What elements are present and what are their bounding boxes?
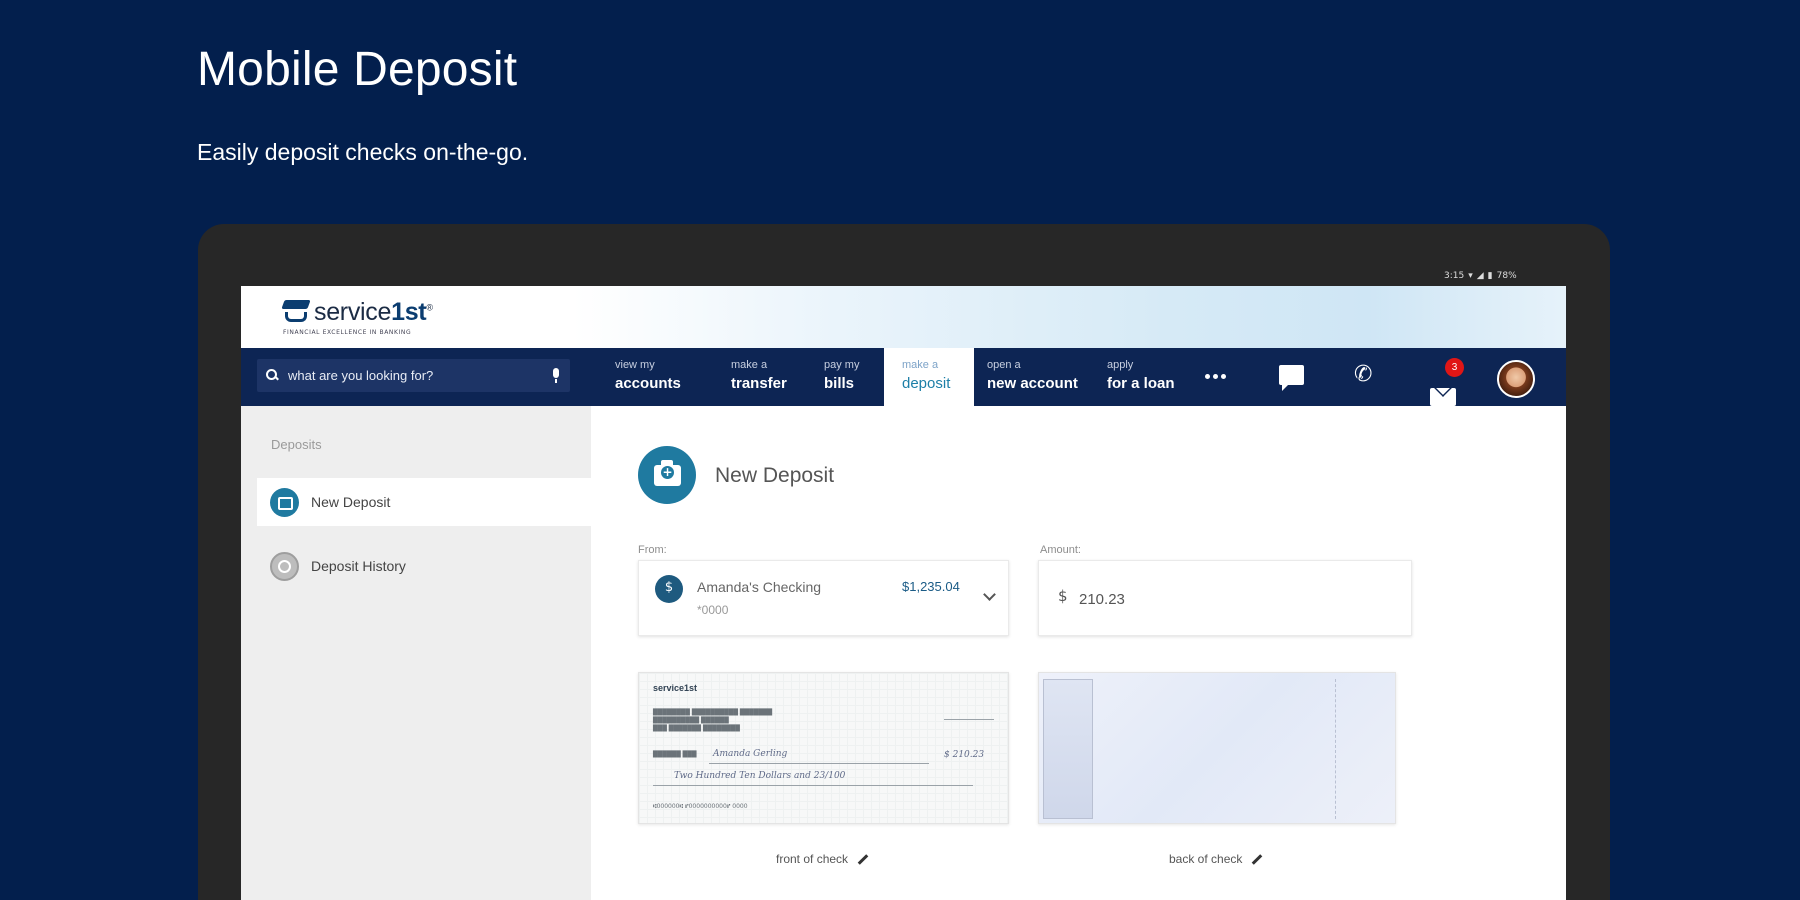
nav-item-label: transfer xyxy=(731,375,787,392)
signal-icon: ◢ xyxy=(1476,271,1484,281)
from-account-select[interactable]: Amanda's Checking *0000 $1,235.04 xyxy=(638,560,1009,636)
caption-label: front of check xyxy=(776,852,849,866)
nav-item-accounts[interactable]: view my accounts xyxy=(615,348,715,406)
nav-item-label: bills xyxy=(824,375,855,392)
nav-item-bills[interactable]: pay my bills xyxy=(824,348,884,406)
page-headline: Mobile Deposit xyxy=(197,43,518,96)
brand-tagline: FINANCIAL EXCELLENCE IN BANKING xyxy=(283,329,412,336)
check-line xyxy=(709,763,929,764)
nav-item-small-label: make a xyxy=(902,359,939,371)
front-of-check-image[interactable]: service1st ████████ ██████████ ███████ █… xyxy=(638,672,1009,824)
back-of-check-image[interactable] xyxy=(1038,672,1396,824)
chevron-down-icon[interactable] xyxy=(983,588,996,601)
nav-item-label: accounts xyxy=(615,375,681,392)
logo-text-prefix: service xyxy=(314,298,392,326)
sidebar-item-label: Deposit History xyxy=(311,558,406,574)
microphone-icon[interactable] xyxy=(552,368,560,383)
deposit-icon xyxy=(270,487,299,517)
brand-bar: service1st® FINANCIAL EXCELLENCE IN BANK… xyxy=(241,286,1566,348)
account-balance: $1,235.04 xyxy=(902,579,960,594)
brand-logo[interactable]: service1st® xyxy=(281,298,433,327)
chat-icon[interactable] xyxy=(1279,365,1304,391)
status-time: 3:15 xyxy=(1444,271,1465,281)
sidebar-heading: Deposits xyxy=(271,437,322,452)
nav-item-small-label: open a xyxy=(987,359,1021,371)
mail-icon[interactable] xyxy=(1430,388,1456,406)
check-routing-number: ⑆000000⑆ ⑈0000000000⑈ 0000 xyxy=(653,803,748,810)
check-back-endorsement-area xyxy=(1043,679,1093,819)
check-text: ██████████ ██████ xyxy=(653,717,729,724)
nav-item-transfer[interactable]: make a transfer xyxy=(731,348,811,406)
account-number: *0000 xyxy=(697,603,729,617)
sidebar-item-new-deposit[interactable]: New Deposit xyxy=(257,478,591,526)
battery-level: 78% xyxy=(1496,271,1517,281)
check-written-amount: Two Hundred Ten Dollars and 23/100 xyxy=(674,771,846,781)
search-input[interactable]: what are you looking for? xyxy=(257,359,570,392)
page-subhead: Easily deposit checks on-the-go. xyxy=(197,139,529,165)
more-dots-icon[interactable] xyxy=(1205,374,1226,379)
nav-item-small-label: pay my xyxy=(824,359,860,371)
logo-mark-icon xyxy=(281,300,311,324)
user-avatar[interactable] xyxy=(1497,360,1535,398)
battery-icon: ▮ xyxy=(1487,271,1493,281)
account-dollar-icon xyxy=(655,575,683,603)
check-line xyxy=(653,785,973,786)
edit-pencil-icon[interactable] xyxy=(1252,853,1263,865)
sidebar-item-deposit-history[interactable]: Deposit History xyxy=(257,542,591,590)
amount-currency: $ xyxy=(1058,587,1068,605)
amount-value: 210.23 xyxy=(1079,591,1125,608)
history-icon xyxy=(270,551,299,581)
phone-icon[interactable]: ✆ xyxy=(1354,364,1372,386)
check-numeric-amount: $ 210.23 xyxy=(944,750,985,760)
nav-item-label: deposit xyxy=(902,375,951,392)
check-text: ████████ ██████████ ███████ xyxy=(653,709,773,716)
from-label: From: xyxy=(638,544,667,556)
check-text: ███ ███████ ████████ xyxy=(653,725,740,732)
search-placeholder: what are you looking for? xyxy=(288,368,434,383)
edit-pencil-icon[interactable] xyxy=(857,853,869,865)
nav-item-small-label: make a xyxy=(731,359,768,371)
top-navigation: what are you looking for? view my accoun… xyxy=(241,348,1566,406)
front-of-check-caption[interactable]: front of check xyxy=(776,852,869,866)
camera-plus-icon xyxy=(638,446,696,504)
check-text: ██████ ███ xyxy=(653,751,697,758)
nav-item-small-label: apply xyxy=(1107,359,1134,371)
main-content: New Deposit From: Amanda's Checking *000… xyxy=(591,406,1566,900)
check-line xyxy=(944,719,994,720)
wifi-icon: ▾ xyxy=(1468,271,1473,281)
app-screen: service1st® FINANCIAL EXCELLENCE IN BANK… xyxy=(241,286,1566,900)
amount-field[interactable]: $ 210.23 xyxy=(1038,560,1412,636)
nav-item-new-account[interactable]: open a new account xyxy=(987,348,1087,406)
account-name: Amanda's Checking xyxy=(697,579,822,595)
check-payee: Amanda Gerling xyxy=(713,749,788,759)
logo-text-accent: 1st xyxy=(391,298,427,326)
check-logo: service1st xyxy=(653,683,698,693)
caption-label: back of check xyxy=(1169,852,1243,866)
nav-item-deposit[interactable]: make a deposit xyxy=(884,348,974,406)
nav-item-label: for a loan xyxy=(1107,375,1175,392)
sidebar: Deposits New Deposit Deposit History xyxy=(241,406,591,900)
nav-item-small-label: view my xyxy=(615,359,655,371)
mail-badge: 3 xyxy=(1445,358,1464,377)
check-back-security-strip xyxy=(1335,679,1391,819)
nav-item-label: new account xyxy=(987,375,1078,392)
search-icon xyxy=(266,369,279,382)
page-title: New Deposit xyxy=(715,464,835,487)
logo-registered-mark: ® xyxy=(426,302,433,313)
back-of-check-caption[interactable]: back of check xyxy=(1169,852,1263,866)
sidebar-item-label: New Deposit xyxy=(311,494,391,510)
nav-item-loan[interactable]: apply for a loan xyxy=(1107,348,1197,406)
amount-label: Amount: xyxy=(1040,544,1081,556)
status-bar: 3:15 ▾ ◢ ▮ 78% xyxy=(1444,270,1517,282)
